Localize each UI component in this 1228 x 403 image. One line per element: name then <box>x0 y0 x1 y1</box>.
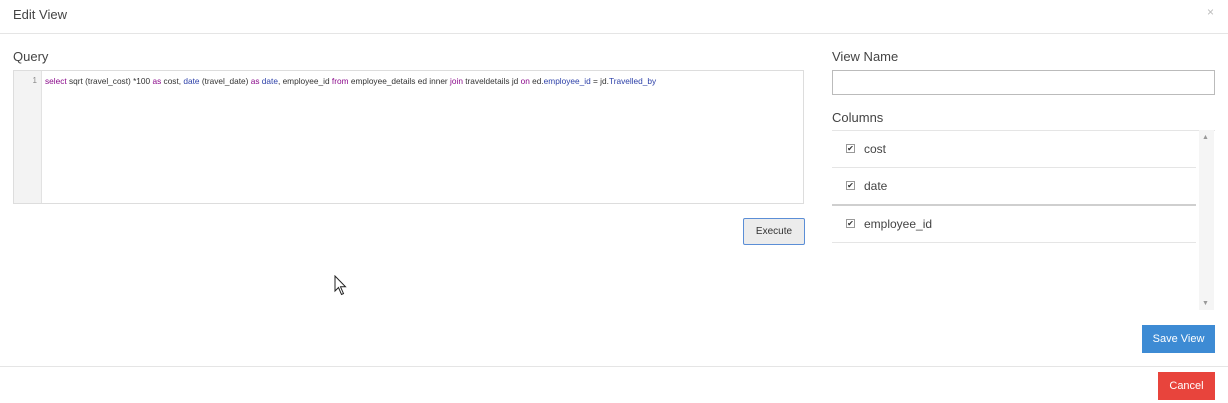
columns-label: Columns <box>832 110 884 125</box>
checkbox-cost[interactable]: ✔ <box>846 144 855 153</box>
scroll-down-icon[interactable]: ▼ <box>1202 300 1209 307</box>
view-name-input[interactable] <box>832 70 1215 95</box>
code-token: Travelled_by <box>608 76 657 86</box>
line-number: 1 <box>32 76 37 85</box>
column-row-date[interactable]: ✔ date <box>832 168 1196 206</box>
code-token: ed. <box>529 76 544 86</box>
checkbox-employee-id[interactable]: ✔ <box>846 219 855 228</box>
mouse-pointer-icon <box>334 275 347 296</box>
editor-gutter: 1 <box>14 71 42 203</box>
code-token: date <box>261 76 278 86</box>
code-token: from <box>331 76 349 86</box>
column-label-date: date <box>864 179 888 193</box>
code-token: sqrt (travel_cost) *100 <box>66 76 153 86</box>
code-token: join <box>450 76 463 86</box>
column-row-employee-id[interactable]: ✔ employee_id <box>832 206 1196 243</box>
code-token: date <box>183 76 200 86</box>
code-token: employee_details ed inner <box>348 76 451 86</box>
query-editor[interactable]: 1 select sqrt (travel_cost) *100 as cost… <box>13 70 804 204</box>
code-token: , employee_id <box>277 76 332 86</box>
scroll-up-icon[interactable]: ▲ <box>1202 134 1209 141</box>
query-label: Query <box>13 49 49 64</box>
code-token: traveldetails jd <box>462 76 521 86</box>
column-label-employee-id: employee_id <box>864 217 933 231</box>
code-token: on <box>520 76 530 86</box>
code-token: as <box>152 76 162 86</box>
save-view-button[interactable]: Save View <box>1142 325 1215 353</box>
cancel-button[interactable]: Cancel <box>1158 372 1215 400</box>
code-token: select <box>45 76 67 86</box>
dialog-title: Edit View <box>13 7 67 22</box>
columns-scrollbar[interactable]: ▲ ▼ <box>1199 130 1214 310</box>
code-token: (travel_date) <box>199 76 251 86</box>
code-token: = jd. <box>590 76 609 86</box>
dialog-header: Edit View × <box>0 0 1228 34</box>
footer-divider <box>0 366 1228 367</box>
query-code-line[interactable]: select sqrt (travel_cost) *100 as cost, … <box>45 76 656 86</box>
view-name-label: View Name <box>832 49 899 64</box>
column-label-cost: cost <box>864 142 887 156</box>
execute-button[interactable]: Execute <box>743 218 805 245</box>
close-icon[interactable]: × <box>1207 5 1214 19</box>
code-token: employee_id <box>543 76 591 86</box>
code-token: cost, <box>161 76 184 86</box>
column-row-cost[interactable]: ✔ cost <box>832 131 1196 168</box>
checkbox-date[interactable]: ✔ <box>846 181 855 190</box>
columns-list: ✔ cost ✔ date ✔ employee_id <box>832 130 1215 311</box>
